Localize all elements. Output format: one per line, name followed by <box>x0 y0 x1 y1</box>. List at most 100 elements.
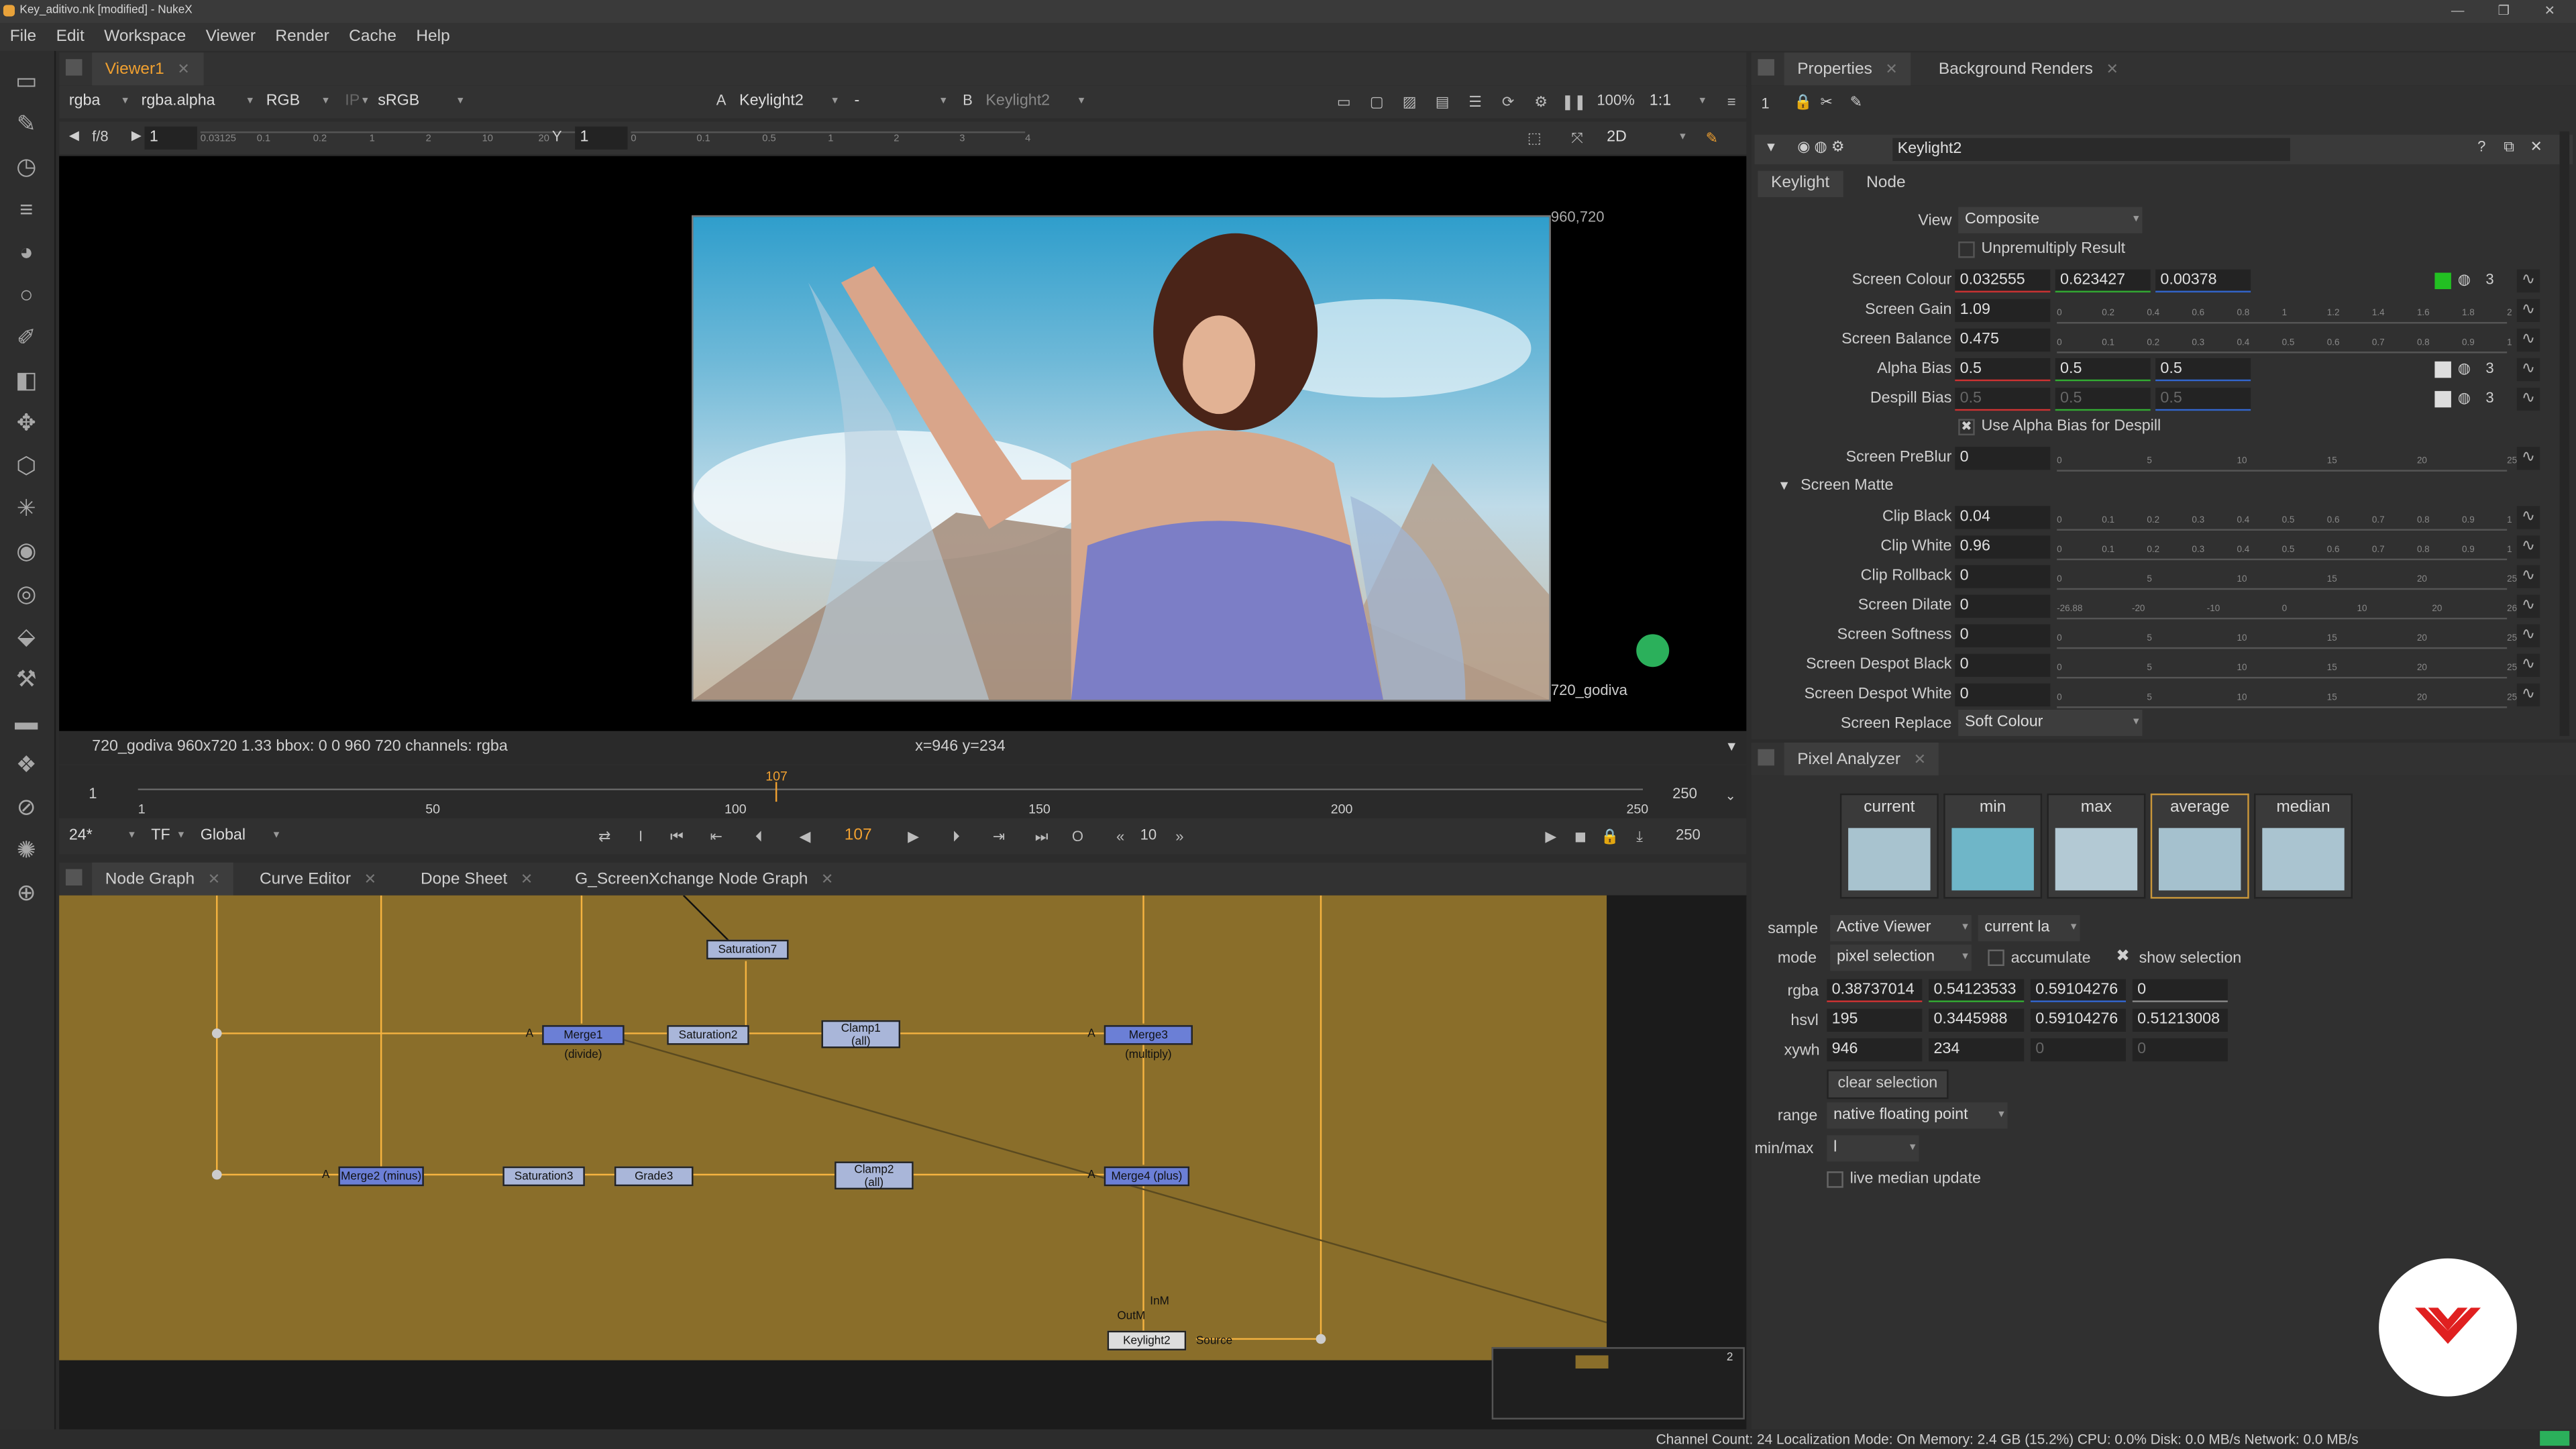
slider-clip-black[interactable]: 0 0.1 0.2 0.3 0.4 0.5 0.6 0.7 0.8 0.9 1 <box>2057 506 2512 531</box>
ofx-icon[interactable]: ⊘ <box>10 790 43 823</box>
colour-wheel-icon[interactable]: ◍ <box>2458 389 2471 407</box>
wipe-icon[interactable]: ▨ <box>1397 89 1423 115</box>
gamma-slider[interactable]: 0 0.1 0.5 1 2 3 4 <box>631 125 1030 151</box>
edit-icon[interactable]: ✎ <box>1850 94 1862 112</box>
slider-screen-dilate[interactable]: -26.88-20-100102026.88 <box>2057 595 2530 620</box>
swatch-current[interactable]: current <box>1839 793 1939 899</box>
slider-screen-gain[interactable]: 0 0.2 0.4 0.6 0.8 1 1.2 1.4 1.6 1.8 2 <box>2057 299 2512 324</box>
alpha-channel-dropdown[interactable]: rgba.alpha <box>135 89 256 115</box>
node-saturation2[interactable]: Saturation2 <box>667 1025 749 1045</box>
info-menu-icon[interactable]: ▼ <box>1725 731 1737 764</box>
prev-key-icon[interactable]: ⇤ <box>703 823 729 849</box>
node-merge-minus[interactable]: Merge2 (minus) <box>338 1166 424 1187</box>
dropdown-screen-replace[interactable]: Soft Colour <box>1958 709 2143 737</box>
navigator-minimap[interactable]: 2 <box>1491 1347 1745 1419</box>
field-screen-balance[interactable]: 0.475 <box>1955 328 2051 352</box>
toolsets-icon[interactable]: ⚒ <box>10 662 43 695</box>
play-icon[interactable]: ▶ <box>900 823 926 849</box>
metadata-icon[interactable]: ⬙ <box>10 619 43 652</box>
tab-curve-editor[interactable]: Curve Editor ✕ <box>246 863 389 896</box>
menu-help[interactable]: Help <box>407 23 460 51</box>
in-point-icon[interactable]: I <box>628 823 654 849</box>
group-toggle-icon[interactable]: ▼ <box>1778 478 1790 493</box>
tab-node-graph[interactable]: Node Graph ✕ <box>92 862 233 896</box>
field-screen-gain[interactable]: 1.09 <box>1955 299 2051 323</box>
xywh-x[interactable]: 946 <box>1827 1038 1923 1062</box>
swatch-max[interactable]: max <box>2047 793 2146 899</box>
slider-screen-despot-black[interactable]: 0510152025.88 <box>2057 654 2530 679</box>
skip-back-icon[interactable]: « <box>1108 823 1134 849</box>
paint-icon[interactable]: ✎ <box>1699 125 1725 151</box>
node-merge-plus[interactable]: Merge4 (plus) <box>1104 1166 1190 1187</box>
animation-curve-icon[interactable]: ∿ <box>2516 387 2540 411</box>
viewer-canvas[interactable]: 960,720 720_godiva <box>59 156 1747 731</box>
timeline[interactable]: 1 250 1 50 100 150 200 250 107 ⌄ <box>59 765 1747 818</box>
tab-keylight[interactable]: Keylight <box>1758 170 1843 197</box>
colour-wheel-icon[interactable]: ◍ <box>2458 271 2471 289</box>
tf-dropdown[interactable]: TF <box>145 823 188 849</box>
tab-pixel-analyzer[interactable]: Pixel Analyzer ✕ <box>1784 742 1939 775</box>
colour-wheel-icon[interactable]: ◍ <box>2458 360 2471 378</box>
field-screen-colour-2[interactable]: 0.00378 <box>2155 269 2251 292</box>
views-icon[interactable]: ◎ <box>10 577 43 610</box>
flipbook-icon[interactable]: ▶ <box>1538 823 1564 849</box>
animation-curve-icon[interactable]: ∿ <box>2516 565 2540 588</box>
lut-dropdown[interactable]: sRGB <box>371 89 466 115</box>
fstop-left-icon[interactable]: ◀ <box>69 128 79 143</box>
help-icon[interactable]: ? <box>2477 138 2485 154</box>
node-graph-canvas[interactable]: Saturation7 Merge1 (divide) Saturation2 … <box>59 895 1607 1360</box>
channel-icon[interactable]: ≡ <box>10 193 43 225</box>
node-keylight2[interactable]: Keylight2 <box>1107 1330 1187 1351</box>
animation-curve-icon[interactable]: ∿ <box>2516 269 2540 292</box>
clear-panels-icon[interactable]: ✂ <box>1820 94 1832 112</box>
transform-handle-icon[interactable]: ⤧ <box>1564 125 1590 151</box>
animation-curve-icon[interactable]: ∿ <box>2516 683 2540 707</box>
sample-dropdown[interactable]: Active Viewer <box>1830 915 1972 942</box>
time-icon[interactable]: ◷ <box>10 150 43 182</box>
node-saturation3[interactable]: Saturation3 <box>502 1166 585 1187</box>
hsvl-v[interactable]: 0.59104276 <box>2030 1008 2127 1032</box>
minimize-button[interactable]: — <box>2434 0 2481 23</box>
animation-curve-icon[interactable]: ∿ <box>2516 358 2540 382</box>
slider-screen-preblur[interactable]: 0510152025.88 <box>2057 447 2530 472</box>
gain-slider[interactable]: 0.031250.10.212102064 <box>200 125 606 151</box>
field-screen-colour-1[interactable]: 0.623427 <box>2055 269 2151 292</box>
3d-icon[interactable]: ⬡ <box>10 449 43 482</box>
slider-clip-rollback[interactable]: 0510152025.88 <box>2057 565 2530 590</box>
tab-node[interactable]: Node <box>1853 171 1919 197</box>
menu-edit[interactable]: Edit <box>46 23 95 51</box>
hsvl-s[interactable]: 0.3445988 <box>1929 1008 2025 1032</box>
ratio-dropdown[interactable]: 1:1 <box>1643 89 1709 115</box>
screen-colour-swatch[interactable] <box>2434 272 2451 290</box>
close-tab-icon[interactable]: ✕ <box>177 61 189 77</box>
compare-mode-dropdown[interactable]: - <box>848 89 950 115</box>
gamma-field[interactable]: 1 <box>575 126 628 150</box>
xywh-y[interactable]: 234 <box>1929 1038 2025 1062</box>
field-screen-preblur[interactable]: 0 <box>1955 447 2051 470</box>
field-alpha-bias-1[interactable]: 0.5 <box>2055 358 2151 382</box>
image-icon[interactable]: ▭ <box>10 64 43 97</box>
animation-curve-icon[interactable]: ∿ <box>2516 328 2540 352</box>
range-scope-dropdown[interactable]: Global <box>194 823 282 849</box>
rgba-r[interactable]: 0.38737014 <box>1827 979 1923 1002</box>
properties-scrollbar[interactable] <box>2559 131 2570 737</box>
collapse-icon[interactable]: ▼ <box>1764 140 1777 154</box>
animation-curve-icon[interactable]: ∿ <box>2516 506 2540 529</box>
field-despill-bias-2[interactable]: 0.5 <box>2155 387 2251 411</box>
deep-icon[interactable]: ◉ <box>10 534 43 567</box>
dropdown-view[interactable]: Composite <box>1958 207 2143 233</box>
pane-menu-icon[interactable] <box>1758 749 1774 766</box>
zoom-level[interactable]: 100% <box>1597 92 1634 108</box>
furnace-icon[interactable]: ❖ <box>10 747 43 780</box>
lock-icon[interactable]: 🔒 <box>1597 823 1623 849</box>
slider-clip-white[interactable]: 0 0.1 0.2 0.3 0.4 0.5 0.6 0.7 0.8 0.9 1 <box>2057 535 2512 561</box>
float-icon[interactable]: ⧉ <box>2504 138 2514 156</box>
region-icon[interactable]: ▢ <box>1364 89 1390 115</box>
animation-curve-icon[interactable]: ∿ <box>2516 535 2540 559</box>
animation-curve-icon[interactable]: ∿ <box>2516 624 2540 647</box>
frame-step[interactable]: 10 <box>1140 826 1157 843</box>
menu-render[interactable]: Render <box>266 23 339 51</box>
slider-screen-balance[interactable]: 0 0.1 0.2 0.3 0.4 0.5 0.6 0.7 0.8 0.9 1 <box>2057 329 2512 354</box>
field-clip-rollback[interactable]: 0 <box>1955 565 2051 588</box>
xywh-h[interactable]: 0 <box>2132 1038 2228 1062</box>
